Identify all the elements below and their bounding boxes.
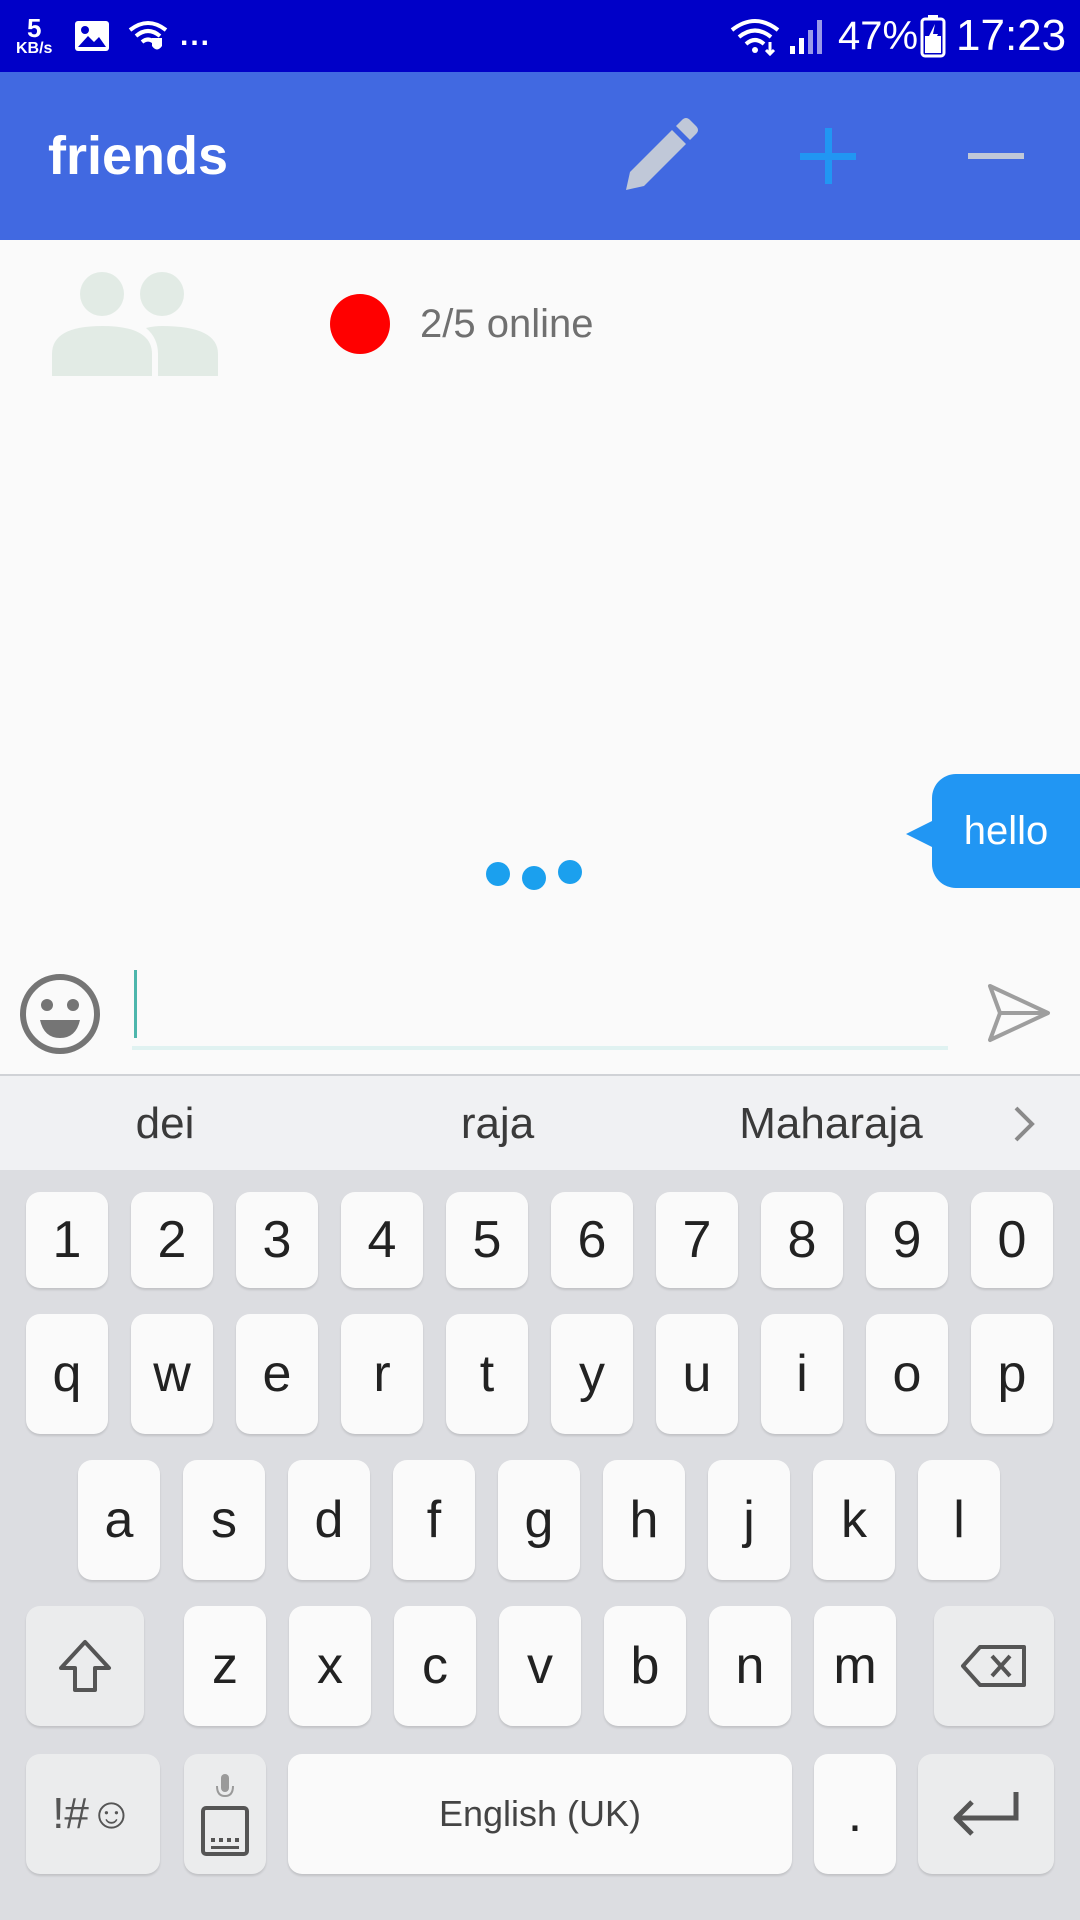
- suggestion-item[interactable]: raja: [330, 1076, 665, 1172]
- group-icon: [52, 272, 218, 376]
- network-speed: 5 KB/s: [16, 0, 52, 72]
- suggestion-item[interactable]: Maharaja: [665, 1076, 997, 1172]
- online-status-indicator: [330, 294, 390, 354]
- more-notifications: ...: [180, 19, 212, 52]
- key-e[interactable]: e: [236, 1314, 318, 1434]
- shift-icon: [59, 1640, 111, 1692]
- page-title: friends: [48, 126, 229, 186]
- send-icon: [988, 984, 1050, 1042]
- edit-button[interactable]: [610, 106, 710, 206]
- key-r[interactable]: r: [341, 1314, 423, 1434]
- plus-icon: [800, 128, 856, 184]
- key-d[interactable]: d: [288, 1460, 370, 1580]
- network-speed-unit: KB/s: [16, 40, 53, 57]
- chevron-right-icon: [1014, 1106, 1035, 1142]
- key-j[interactable]: j: [708, 1460, 790, 1580]
- key-x[interactable]: x: [289, 1606, 371, 1726]
- battery-charging-icon: [920, 0, 946, 72]
- key-w[interactable]: w: [131, 1314, 213, 1434]
- network-speed-value: 5: [26, 13, 42, 43]
- backspace-icon: [961, 1645, 1026, 1687]
- key-0[interactable]: 0: [971, 1192, 1053, 1288]
- key-b[interactable]: b: [604, 1606, 686, 1726]
- key-8[interactable]: 8: [761, 1192, 843, 1288]
- space-key[interactable]: English (UK): [288, 1754, 792, 1874]
- key-l[interactable]: l: [918, 1460, 1000, 1580]
- key-1[interactable]: 1: [26, 1192, 108, 1288]
- message-input[interactable]: [132, 966, 948, 1050]
- send-button[interactable]: [986, 980, 1052, 1046]
- signal-icon: [788, 0, 828, 72]
- key-6[interactable]: 6: [551, 1192, 633, 1288]
- status-bar: 5 KB/s ... 47% 17:23: [0, 0, 1080, 72]
- app-bar: friends: [0, 72, 1080, 240]
- key-t[interactable]: t: [446, 1314, 528, 1434]
- enter-key[interactable]: [918, 1754, 1054, 1874]
- add-button[interactable]: [778, 106, 878, 206]
- key-q[interactable]: q: [26, 1314, 108, 1434]
- key-v[interactable]: v: [499, 1606, 581, 1726]
- key-3[interactable]: 3: [236, 1192, 318, 1288]
- key-i[interactable]: i: [761, 1314, 843, 1434]
- backspace-key[interactable]: [934, 1606, 1054, 1726]
- group-avatar[interactable]: [52, 270, 218, 376]
- minus-icon: [968, 153, 1024, 159]
- wifi-shield-icon: [128, 0, 168, 72]
- remove-button[interactable]: [946, 106, 1046, 206]
- key-7[interactable]: 7: [656, 1192, 738, 1288]
- suggestion-bar: dei raja Maharaja: [0, 1074, 1080, 1170]
- key-4[interactable]: 4: [341, 1192, 423, 1288]
- image-icon: [74, 0, 110, 72]
- keyboard-mic-icon: [201, 1774, 249, 1856]
- clock: 17:23: [956, 11, 1067, 60]
- typing-dot: [486, 862, 510, 886]
- key-p[interactable]: p: [971, 1314, 1053, 1434]
- key-c[interactable]: c: [394, 1606, 476, 1726]
- key-m[interactable]: m: [814, 1606, 896, 1726]
- soft-keyboard: dei raja Maharaja 1234567890 qwertyuiop as…: [0, 1074, 1080, 1920]
- key-5[interactable]: 5: [446, 1192, 528, 1288]
- key-z[interactable]: z: [184, 1606, 266, 1726]
- emoji-button[interactable]: [18, 972, 102, 1056]
- period-key[interactable]: .: [814, 1754, 896, 1874]
- message-bubble[interactable]: hello: [932, 774, 1080, 888]
- pencil-icon: [626, 118, 698, 190]
- key-u[interactable]: u: [656, 1314, 738, 1434]
- key-s[interactable]: s: [183, 1460, 265, 1580]
- wifi-icon: [730, 0, 780, 72]
- key-2[interactable]: 2: [131, 1192, 213, 1288]
- key-g[interactable]: g: [498, 1460, 580, 1580]
- smiley-icon: [20, 974, 100, 1054]
- message-text: hello: [963, 808, 1049, 853]
- shift-key[interactable]: [26, 1606, 144, 1726]
- voice-keyboard-key[interactable]: [184, 1754, 266, 1874]
- key-h[interactable]: h: [603, 1460, 685, 1580]
- battery-percent: 47%: [838, 13, 919, 58]
- symbols-key[interactable]: !#☺: [26, 1754, 160, 1874]
- typing-dot: [558, 860, 582, 884]
- online-status-text: 2/5 online: [420, 302, 594, 346]
- typing-dot: [522, 866, 546, 890]
- key-a[interactable]: a: [78, 1460, 160, 1580]
- text-cursor: [134, 970, 137, 1038]
- key-y[interactable]: y: [551, 1314, 633, 1434]
- suggestion-item[interactable]: dei: [0, 1076, 330, 1172]
- enter-icon: [953, 1792, 1019, 1836]
- key-9[interactable]: 9: [866, 1192, 948, 1288]
- chat-screen: 5 KB/s ... 47% 17:23 friends 2/5 online …: [0, 0, 1080, 1920]
- key-k[interactable]: k: [813, 1460, 895, 1580]
- message-bubble-tail: [906, 820, 934, 848]
- key-o[interactable]: o: [866, 1314, 948, 1434]
- key-n[interactable]: n: [709, 1606, 791, 1726]
- key-f[interactable]: f: [393, 1460, 475, 1580]
- suggestions-expand-button[interactable]: [1000, 1100, 1048, 1148]
